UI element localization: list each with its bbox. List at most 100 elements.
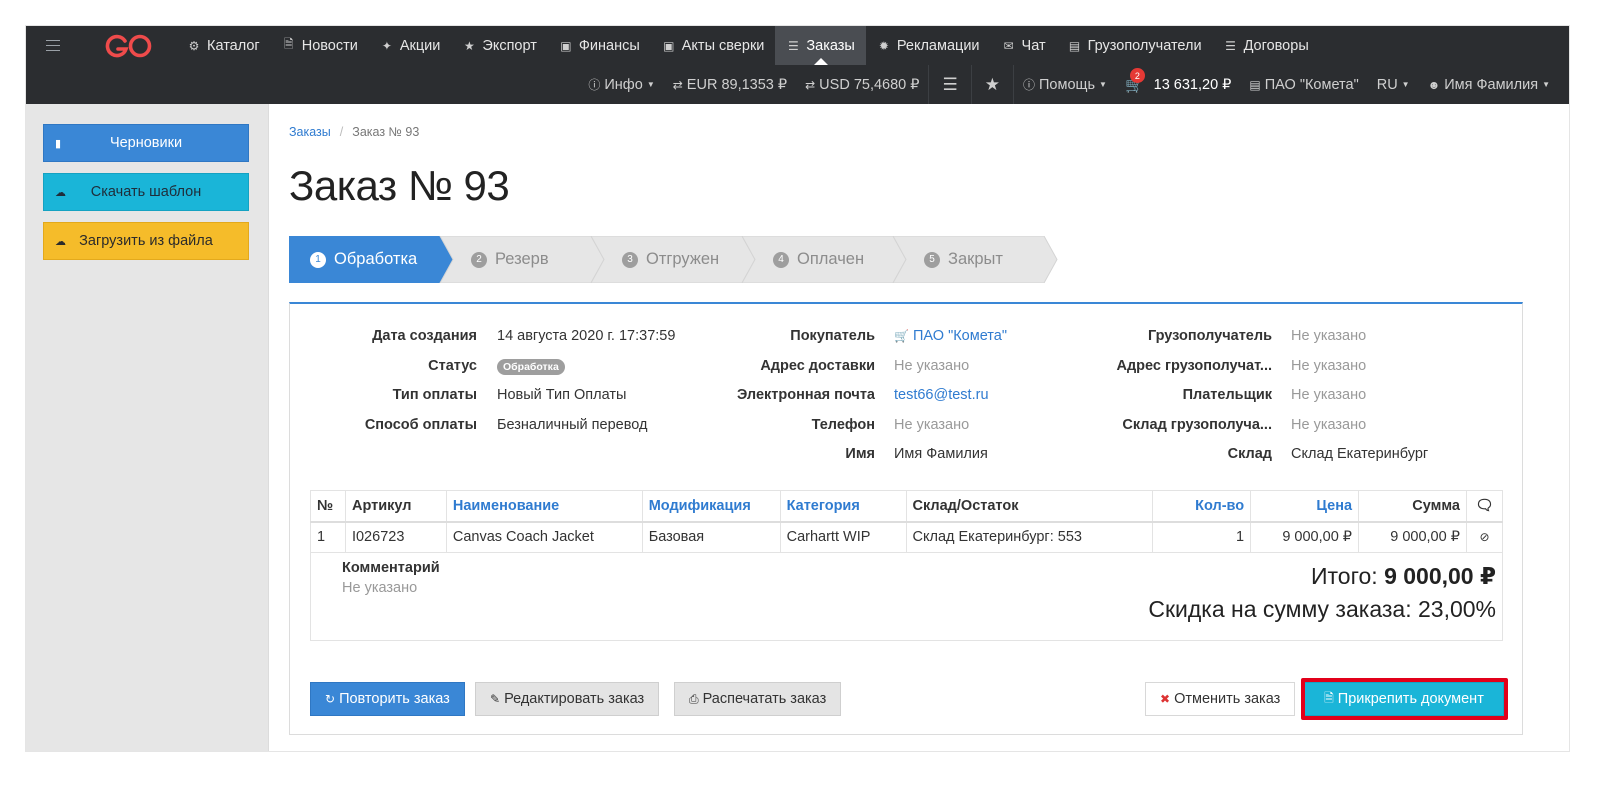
envelope-icon: ✉: [1003, 38, 1014, 53]
step-paid[interactable]: 4 Оплачен: [773, 236, 864, 283]
upload-file-button[interactable]: ☁ Загрузить из файла: [43, 222, 249, 260]
nav-item-consignees[interactable]: ▤ Грузополучатели: [1057, 26, 1213, 65]
help-label: Помощь: [1039, 76, 1096, 93]
step-shipped[interactable]: 3 Отгружен: [622, 236, 719, 283]
step-number: 5: [924, 251, 940, 268]
nav-item-catalog[interactable]: ⚙ Каталог: [176, 26, 271, 65]
value-consignee-address: Не указано: [1291, 358, 1367, 374]
sidebar: ▮ Черновики ☁ Скачать шаблон ☁ Загрузить из…: [26, 104, 269, 751]
page-title: Заказ № 93: [289, 162, 510, 209]
value-consignee: Не указано: [1291, 328, 1367, 344]
refresh-icon: ↻: [325, 692, 336, 706]
nav-label: Акты сверки: [681, 37, 765, 54]
edit-order-button[interactable]: ✎ Редактировать заказ: [475, 682, 660, 716]
nav-label: Грузополучатели: [1087, 37, 1202, 54]
col-header-num: №: [310, 490, 346, 523]
step-label: Обработка: [334, 250, 418, 268]
print-icon: ⎙: [689, 691, 699, 706]
exchange-icon: ⇄: [672, 77, 683, 92]
briefcase-icon: ▤: [1249, 77, 1261, 92]
list-icon: ☰: [788, 38, 799, 53]
menu-toggle-icon[interactable]: [46, 40, 60, 51]
nav-item-news[interactable]: 🗎 Новости: [271, 26, 369, 65]
drafts-button[interactable]: ▮ Черновики: [43, 124, 249, 162]
step-closed[interactable]: 5 Закрыт: [924, 236, 1003, 283]
cell-price: 9 000,00 ₽: [1250, 521, 1360, 553]
step-label: Оплачен: [797, 250, 865, 268]
cell-stock: Склад Екатеринбург: 553: [905, 521, 1154, 553]
table-header-row: № Артикул Наименование Модификация Катег…: [310, 490, 1504, 523]
file-icon: 🗎: [1324, 690, 1334, 705]
info-icon: ⓘ: [1022, 78, 1035, 92]
repeat-order-button[interactable]: ↻ Повторить заказ: [310, 682, 465, 716]
print-order-label: Распечатать заказ: [702, 691, 827, 707]
caret-down-icon: ▼: [646, 80, 655, 89]
company-label: ПАО "Комета": [1264, 76, 1359, 93]
value-warehouse: Склад Екатеринбург: [1291, 446, 1429, 462]
nav-item-claims[interactable]: ✹ Рекламации: [866, 26, 991, 65]
cell-sku: I026723: [344, 521, 447, 553]
user-name: Имя Фамилия: [1444, 76, 1539, 93]
drafts-label: Черновики: [109, 135, 183, 151]
nav-label: Каталог: [207, 37, 260, 54]
usd-rate[interactable]: ⇄ USD 75,4680 ₽: [796, 65, 928, 104]
step-processing[interactable]: 1 Обработка: [310, 236, 417, 283]
star-icon: ★: [984, 74, 1000, 94]
close-icon: ✖: [1160, 692, 1171, 706]
nav-item-promotions[interactable]: ✦ Акции: [369, 26, 452, 65]
eur-rate[interactable]: ⇄ EUR 89,1353 ₽: [664, 65, 796, 104]
print-order-button[interactable]: ⎙ Распечатать заказ: [674, 682, 842, 716]
info-dropdown[interactable]: ⓘ Инфо ▼: [579, 65, 663, 104]
logo-icon[interactable]: [104, 32, 154, 60]
col-header-name[interactable]: Наименование: [445, 490, 643, 523]
edit-order-label: Редактировать заказ: [504, 691, 645, 707]
col-header-price[interactable]: Цена: [1250, 490, 1360, 523]
company-selector[interactable]: ▤ ПАО "Комета": [1240, 65, 1367, 104]
cell-name: Canvas Coach Jacket: [445, 521, 643, 553]
cell-num: 1: [310, 521, 346, 553]
cancel-order-button[interactable]: ✖ Отменить заказ: [1145, 682, 1296, 716]
favorites-button[interactable]: ★: [972, 65, 1013, 104]
info-icon: ⓘ: [588, 78, 601, 92]
nav-label: Новости: [301, 37, 358, 54]
nav-item-contracts[interactable]: ☰ Договоры: [1213, 26, 1320, 65]
col-header-qty[interactable]: Кол-во: [1152, 490, 1252, 523]
tag-icon: ✦: [381, 38, 392, 53]
nav-item-chat[interactable]: ✉ Чат: [991, 26, 1057, 65]
col-header-modification[interactable]: Модификация: [641, 490, 781, 523]
nav-label: Чат: [1021, 37, 1046, 54]
download-template-button[interactable]: ☁ Скачать шаблон: [43, 173, 249, 211]
caret-down-icon: ▼: [1542, 80, 1550, 89]
user-menu[interactable]: ☻ Имя Фамилия ▼: [1419, 65, 1559, 104]
nav-item-finance[interactable]: ▣ Финансы: [548, 26, 651, 65]
step-number: 4: [773, 251, 789, 268]
help-dropdown[interactable]: ⓘ Помощь ▼: [1014, 65, 1116, 104]
language-dropdown[interactable]: RU ▼: [1368, 65, 1419, 104]
cart-total: 13 631,20 ₽: [1153, 76, 1232, 93]
step-number: 1: [310, 251, 326, 268]
gear-icon: ✹: [878, 38, 889, 53]
nav-item-reconciliation[interactable]: ▣ Акты сверки: [651, 26, 776, 65]
comment-label: Комментарий: [342, 560, 440, 576]
comment-value: Не указано: [342, 580, 418, 596]
col-header-sum: Сумма: [1358, 490, 1467, 523]
nav-item-orders[interactable]: ☰ Заказы: [775, 26, 866, 65]
cart-count-badge: 2: [1129, 68, 1145, 83]
file-icon: 🗎: [283, 37, 294, 51]
list-view-button[interactable]: ☰: [929, 65, 970, 104]
nav-label: Договоры: [1243, 37, 1309, 54]
step-reserve[interactable]: 2 Резерв: [471, 236, 549, 283]
eur-rate-value: EUR 89,1353 ₽: [686, 76, 788, 93]
total-label: Итого:: [1311, 563, 1378, 589]
money-icon: ▣: [663, 38, 675, 53]
cart-button[interactable]: 🛒 2 13 631,20 ₽: [1116, 65, 1240, 104]
nav-label: Рекламации: [896, 37, 980, 54]
label-consignee-address: Адрес грузополучат...: [1116, 358, 1272, 374]
nav-item-export[interactable]: ★ Экспорт: [451, 26, 547, 65]
eye-slash-icon[interactable]: ⊘: [1465, 521, 1504, 553]
attach-document-label: Прикрепить документ: [1337, 691, 1484, 707]
attach-document-button[interactable]: 🗎 Прикрепить документ: [1304, 682, 1504, 716]
col-header-sku: Артикул: [344, 490, 447, 523]
breadcrumb-orders-link[interactable]: Заказы: [289, 125, 331, 139]
col-header-category[interactable]: Категория: [779, 490, 907, 523]
